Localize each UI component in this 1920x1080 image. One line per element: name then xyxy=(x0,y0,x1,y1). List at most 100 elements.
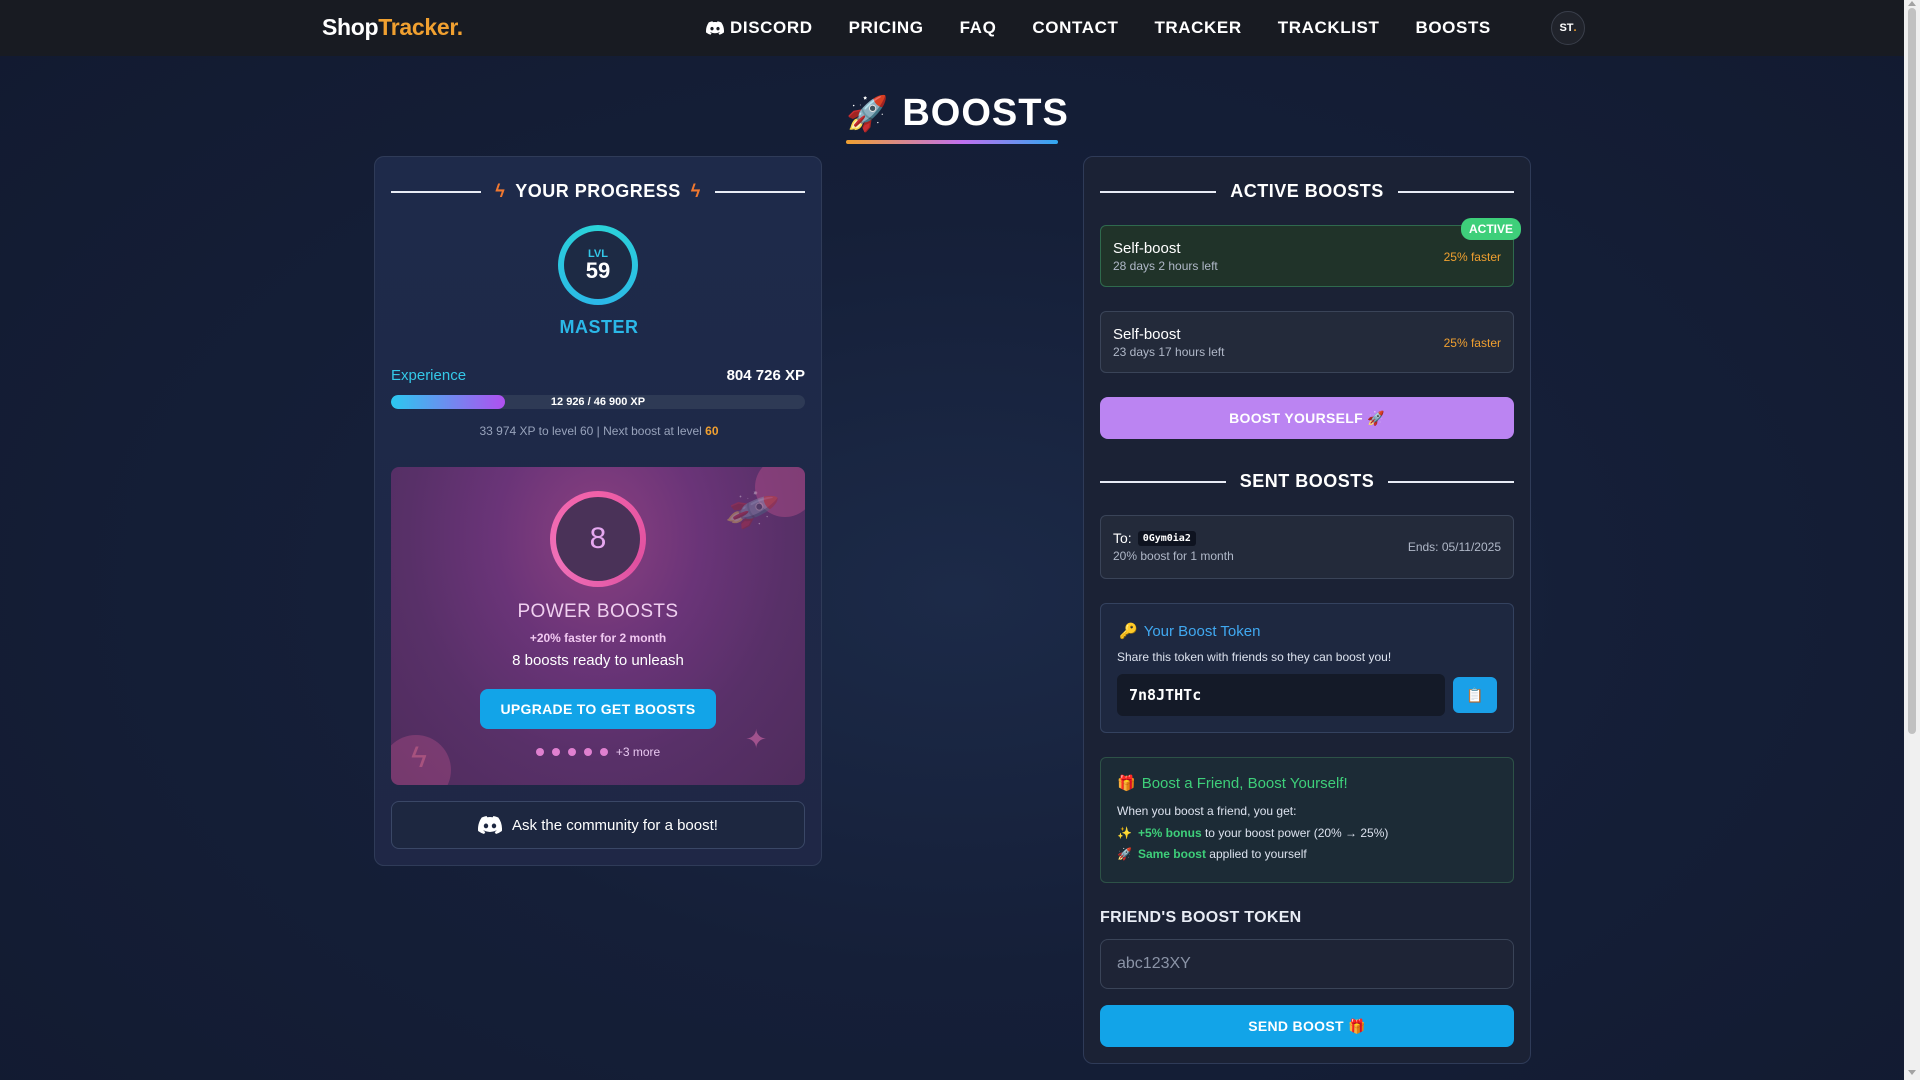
scroll-down-arrow-icon[interactable] xyxy=(1908,1070,1916,1075)
boosts-panel: ACTIVE BOOSTS Self-boost 28 days 2 hours… xyxy=(1083,156,1531,1064)
heading-line-left xyxy=(1100,480,1226,483)
benefit-line: ✨ +5% bonus to your boost power (20% → 2… xyxy=(1117,826,1388,840)
nav-tracker[interactable]: TRACKER xyxy=(1154,18,1241,38)
nav-links: DISCORD PRICING FAQ CONTACT TRACKER TRAC… xyxy=(706,0,1491,56)
discord-icon xyxy=(706,21,724,35)
send-boost-button[interactable]: SEND BOOST 🎁 xyxy=(1100,1005,1514,1047)
scrollbar-thumb[interactable] xyxy=(1908,8,1916,734)
benefit-line: 🚀 Same boost applied to yourself xyxy=(1117,847,1307,861)
level-badge-inner: LVL 59 xyxy=(564,231,632,299)
active-boost-item: Self-boost 28 days 2 hours left 25% fast… xyxy=(1100,218,1521,287)
power-boosts-ready: 8 boosts ready to unleash xyxy=(512,652,684,669)
nav-faq[interactable]: FAQ xyxy=(960,18,997,38)
boost-dot xyxy=(599,748,608,756)
brand-part1: Shop xyxy=(322,14,379,40)
level-number: 59 xyxy=(585,258,611,283)
xp-progress-bar: 12 926 / 46 900 XP xyxy=(391,395,805,409)
experience-label: Experience xyxy=(391,367,467,384)
sent-boosts-heading-text: SENT BOOSTS xyxy=(1239,471,1375,491)
heading-line-right xyxy=(1388,480,1515,483)
progress-heading: ϟ YOUR PROGRESS ϟ xyxy=(391,181,805,202)
scroll-up-arrow-icon[interactable] xyxy=(1908,1,1916,6)
user-avatar[interactable]: ST. xyxy=(1551,11,1585,45)
boost-token-card: 🔑 Your Boost Token Share this token with… xyxy=(1100,603,1514,733)
copy-token-button[interactable]: 📋 xyxy=(1453,677,1497,713)
boost-friend-desc: When you boost a friend, you get: xyxy=(1117,804,1297,818)
brand-part2: Tracker. xyxy=(378,14,463,40)
boost-item: Self-boost 23 days 17 hours left 25% fas… xyxy=(1100,311,1514,373)
xp-subtext-main: 33 974 XP to level 60 | Next boost at le… xyxy=(479,424,706,438)
sent-to-label: To: xyxy=(1113,530,1132,546)
benefit-rest: applied to yourself xyxy=(1205,847,1307,861)
boost-rate: 25% faster xyxy=(1443,250,1501,264)
boost-token-desc: Share this token with friends so they ca… xyxy=(1117,650,1392,664)
progress-heading-label: ϟ YOUR PROGRESS ϟ xyxy=(495,181,701,202)
nav-tracklist[interactable]: TRACKLIST xyxy=(1278,18,1380,38)
rocket-icon: 🚀 xyxy=(846,94,889,133)
boost-dots-more: +3 more xyxy=(615,745,661,759)
heading-line-left xyxy=(1100,190,1217,193)
benefit-rest: to your boost power (20% → 25%) xyxy=(1201,826,1389,840)
bolt-icon: ϟ xyxy=(690,181,701,201)
boost-dot xyxy=(551,748,560,756)
bolt-icon: ϟ xyxy=(495,181,506,201)
key-icon: 🔑 xyxy=(1119,623,1138,640)
boost-count-ring: 8 xyxy=(550,491,646,587)
boost-friend-title: 🎁 Boost a Friend, Boost Yourself! xyxy=(1117,774,1348,793)
recipient-code: 0Gym0ia2 xyxy=(1137,530,1196,546)
boost-token-title-text: Your Boost Token xyxy=(1143,622,1261,640)
benefit-bold: +5% bonus xyxy=(1137,826,1202,840)
sent-boost-ends: Ends: 05/11/2025 xyxy=(1407,540,1501,554)
brand-logo[interactable]: ShopTracker. xyxy=(322,14,463,41)
sent-boost-item: To: 0Gym0ia2 20% boost for 1 month Ends:… xyxy=(1100,515,1514,579)
boost-count: 8 xyxy=(556,497,640,581)
friend-token-input[interactable] xyxy=(1100,939,1514,989)
active-boosts-heading: ACTIVE BOOSTS xyxy=(1100,181,1515,202)
benefit-bold: Same boost xyxy=(1137,847,1206,861)
progress-heading-text: YOUR PROGRESS xyxy=(515,181,681,201)
power-boosts-title: POWER BOOSTS xyxy=(517,601,679,622)
nav-discord[interactable]: DISCORD xyxy=(706,18,813,38)
heading-line-right xyxy=(714,190,805,193)
avatar-initials: ST xyxy=(1559,22,1574,34)
sent-boosts-heading: SENT BOOSTS xyxy=(1100,471,1515,492)
nav-boosts[interactable]: BOOSTS xyxy=(1415,18,1490,38)
boost-token-value[interactable]: 7n8JTHTc xyxy=(1117,674,1445,716)
boost-dot xyxy=(535,748,544,756)
boost-token-title: 🔑 Your Boost Token xyxy=(1119,622,1261,641)
rocket-icon: 🚀 xyxy=(1117,847,1132,861)
avatar-dot: . xyxy=(1573,22,1577,34)
total-xp: 804 726 XP xyxy=(726,367,805,384)
page-title: 🚀 BOOSTS xyxy=(846,92,1069,135)
xp-subtext: 33 974 XP to level 60 | Next boost at le… xyxy=(375,424,823,438)
progress-panel: ϟ YOUR PROGRESS ϟ LVL 59 MASTER Experien… xyxy=(374,156,822,866)
rank-title: MASTER xyxy=(559,317,639,337)
boost-rate: 25% faster xyxy=(1443,336,1501,350)
xp-progress-text: 12 926 / 46 900 XP xyxy=(550,396,646,408)
upgrade-button[interactable]: UPGRADE TO GET BOOSTS xyxy=(480,689,716,729)
nav-contact[interactable]: CONTACT xyxy=(1032,18,1118,38)
level-badge: LVL 59 xyxy=(558,225,638,305)
power-boosts-card: 🚀 ϟ ✦ 8 POWER BOOSTS +20% faster for 2 m… xyxy=(391,467,805,785)
power-boosts-rate: +20% faster for 2 month xyxy=(529,631,667,645)
next-boost-level: 60 xyxy=(705,424,719,438)
boost-friend-title-text: Boost a Friend, Boost Yourself! xyxy=(1141,774,1348,792)
top-navbar: ShopTracker. DISCORD PRICING FAQ CONTACT… xyxy=(0,0,1904,56)
heading-line-right xyxy=(1397,190,1515,193)
friend-token-label: FRIEND'S BOOST TOKEN xyxy=(1100,909,1302,926)
boost-dots: +3 more xyxy=(391,745,805,759)
ask-community-label: Ask the community for a boost! xyxy=(512,816,718,834)
discord-icon xyxy=(478,816,503,834)
nav-discord-label: DISCORD xyxy=(730,18,813,37)
title-underline xyxy=(846,140,1058,144)
boost-dot xyxy=(567,748,576,756)
active-boosts-heading-text: ACTIVE BOOSTS xyxy=(1230,181,1384,201)
ask-community-button[interactable]: Ask the community for a boost! xyxy=(391,801,805,849)
boost-friend-card: 🎁 Boost a Friend, Boost Yourself! When y… xyxy=(1100,757,1514,883)
gift-icon: 🎁 xyxy=(1117,775,1136,792)
nav-pricing[interactable]: PRICING xyxy=(849,18,924,38)
sparkle-icon: ✨ xyxy=(1117,826,1132,840)
boost-yourself-button[interactable]: BOOST YOURSELF 🚀 xyxy=(1100,397,1514,439)
page-scrollbar[interactable] xyxy=(1904,0,1920,1080)
heading-line-left xyxy=(391,190,482,193)
